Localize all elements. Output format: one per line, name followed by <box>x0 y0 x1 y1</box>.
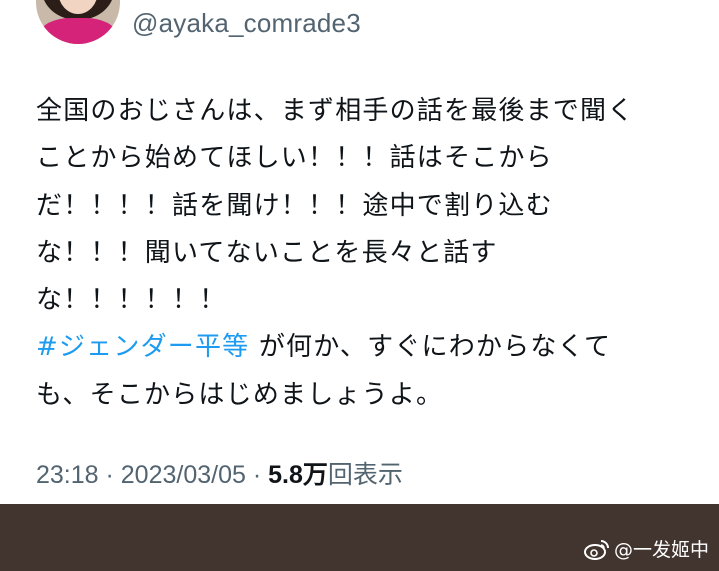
views-count: 5.8万 <box>268 461 328 489</box>
tweet-line: 全国のおじさんは、まず相手の話を最後まで聞く <box>36 96 635 126</box>
tweet-line: だ！！！！話を聞け！！！途中で割り込む <box>36 190 553 221</box>
meta-separator: · <box>98 461 121 489</box>
tweet-date[interactable]: 2023/03/05 <box>121 461 246 489</box>
meta-separator: · <box>245 461 269 489</box>
hashtag-link[interactable]: #ジェンダー平等 <box>36 332 249 362</box>
tweet-time[interactable]: 23:18 <box>36 461 99 489</box>
tweet-line: も、そこからはじめましょうよ。 <box>36 379 444 410</box>
tweet-text: 全国のおじさんは、まず相手の話を最後まで聞く ことから始めてほしい！！！話はそこ… <box>36 88 686 419</box>
tweet-text-fragment: が何か、すぐにわからなくて <box>249 332 612 363</box>
watermark-text: @一发姬中 <box>613 539 709 561</box>
views-label: 回表示 <box>327 461 403 489</box>
tweet-line-hashtag: #ジェンダー平等 が何か、すぐにわからなくて <box>36 324 686 371</box>
cropped-display-name <box>132 0 602 6</box>
watermark: @一发姬中 <box>583 535 709 562</box>
tweet-line: な！！！！！！ <box>36 285 227 316</box>
avatar[interactable] <box>36 0 120 44</box>
tweet-line: ことから始めてほしい！！！話はそこから <box>36 143 553 174</box>
avatar-shirt <box>40 18 116 44</box>
tweet-meta: 23:18 · 2023/03/05 · 5.8万回表示 <box>36 455 403 491</box>
tweet-line: な！！！聞いてないことを長々と話す <box>36 237 498 268</box>
weibo-logo-icon <box>583 539 609 560</box>
user-handle[interactable]: @ayaka_comrade3 <box>132 8 361 39</box>
